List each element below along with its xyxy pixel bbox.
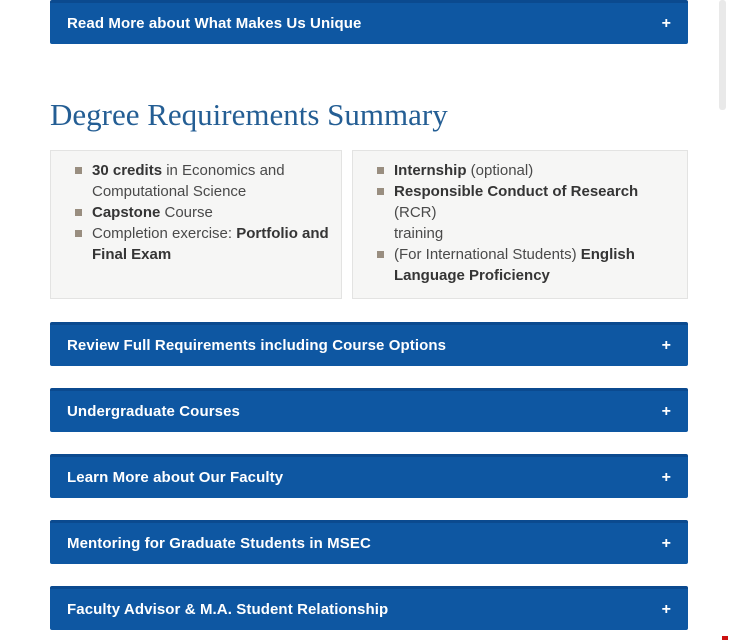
square-bullet-icon	[75, 230, 82, 237]
page-title: Degree Requirements Summary	[50, 96, 448, 134]
plus-icon[interactable]: +	[662, 16, 671, 32]
accordion-our-faculty[interactable]: Learn More about Our Faculty +	[50, 454, 688, 498]
accordion-label: Faculty Advisor & M.A. Student Relations…	[67, 601, 388, 618]
plus-icon[interactable]: +	[662, 602, 671, 618]
accordion-advisor-relationship[interactable]: Faculty Advisor & M.A. Student Relations…	[50, 586, 688, 630]
accordion-label: Undergraduate Courses	[67, 403, 240, 420]
degree-requirements-summary: 30 credits in Economics andComputational…	[50, 150, 688, 299]
accordion-label: Read More about What Makes Us Unique	[67, 15, 361, 32]
requirements-list-left: 30 credits in Economics andComputational…	[75, 160, 333, 265]
accordion-undergraduate-courses[interactable]: Undergraduate Courses +	[50, 388, 688, 432]
square-bullet-icon	[377, 251, 384, 258]
accordion-full-requirements[interactable]: Review Full Requirements including Cours…	[50, 322, 688, 366]
plus-icon[interactable]: +	[662, 338, 671, 354]
square-bullet-icon	[75, 209, 82, 216]
accordion-label: Learn More about Our Faculty	[67, 469, 283, 486]
plus-icon[interactable]: +	[662, 470, 671, 486]
requirements-list-right: Internship (optional) Responsible Conduc…	[377, 160, 679, 286]
scrollbar-thumb[interactable]	[719, 0, 726, 110]
list-item: 30 credits in Economics andComputational…	[75, 160, 333, 202]
accordion-read-more-unique[interactable]: Read More about What Makes Us Unique +	[50, 0, 688, 44]
list-item: Capstone Course	[75, 202, 333, 223]
list-item: (For International Students) EnglishLang…	[377, 244, 679, 286]
plus-icon[interactable]: +	[662, 404, 671, 420]
list-item-text: (For International Students) EnglishLang…	[394, 246, 635, 284]
summary-box-right: Internship (optional) Responsible Conduc…	[352, 150, 688, 299]
plus-icon[interactable]: +	[662, 536, 671, 552]
list-item-text: 30 credits in Economics andComputational…	[92, 162, 285, 200]
page-viewport: Read More about What Makes Us Unique + D…	[0, 0, 729, 640]
list-item-text: Capstone Course	[92, 204, 213, 221]
list-item: Responsible Conduct of Research (RCR)tra…	[377, 181, 679, 244]
accordion-label: Review Full Requirements including Cours…	[67, 337, 446, 354]
square-bullet-icon	[377, 188, 384, 195]
summary-box-left: 30 credits in Economics andComputational…	[50, 150, 342, 299]
accordion-label: Mentoring for Graduate Students in MSEC	[67, 535, 371, 552]
list-item-text: Responsible Conduct of Research (RCR)tra…	[394, 183, 638, 242]
square-bullet-icon	[377, 167, 384, 174]
list-item: Completion exercise: Portfolio andFinal …	[75, 223, 333, 265]
corner-red-mark	[722, 636, 728, 640]
list-item-text: Completion exercise: Portfolio andFinal …	[92, 225, 329, 263]
list-item-text: Internship (optional)	[394, 162, 533, 179]
square-bullet-icon	[75, 167, 82, 174]
list-item: Internship (optional)	[377, 160, 679, 181]
accordion-mentoring-msec[interactable]: Mentoring for Graduate Students in MSEC …	[50, 520, 688, 564]
